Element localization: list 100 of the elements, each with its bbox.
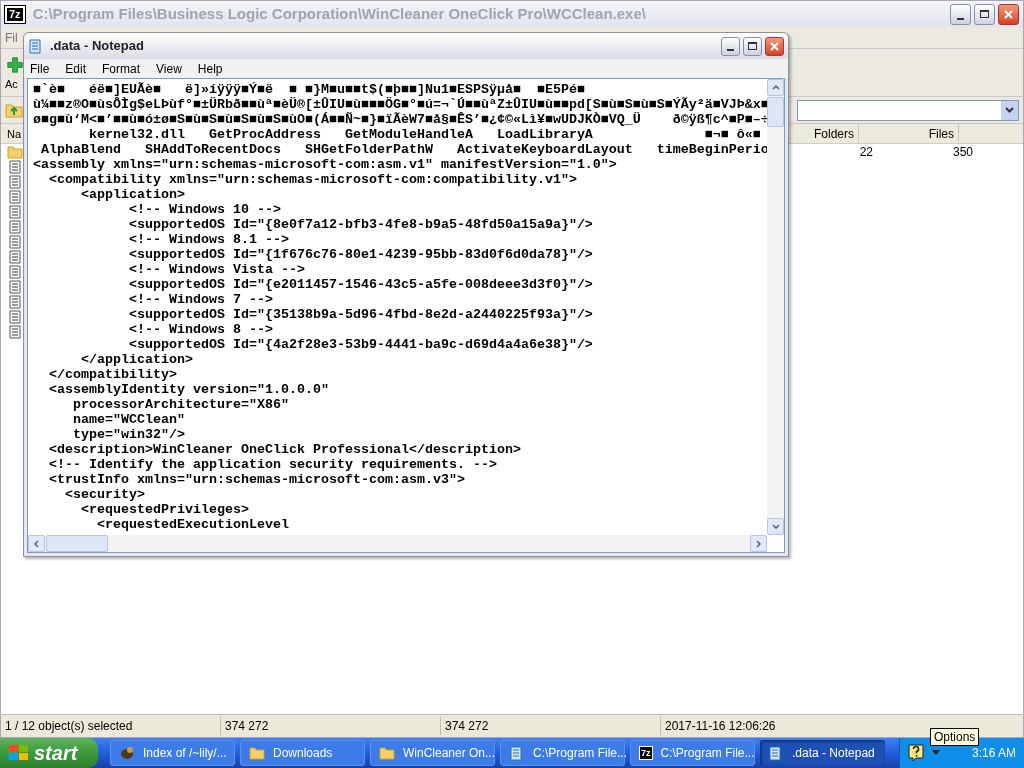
notepad-icon	[768, 745, 784, 761]
help-icon[interactable]	[908, 744, 924, 762]
file-icon	[9, 324, 21, 339]
menu-item[interactable]: Edit	[63, 59, 89, 78]
text-line: type="win32"/>	[72, 427, 185, 442]
start-button[interactable]: start	[0, 738, 98, 768]
text-line: <supportedOS Id="{35138b9a-5d96-4fbd-8e2d-a2440225f93a}"/>	[127, 307, 593, 322]
archive-icon: 7z	[639, 746, 653, 760]
file-icon	[9, 294, 21, 309]
text-line: </application>	[80, 352, 193, 367]
creature-icon	[119, 745, 135, 761]
menu-item[interactable]: Fil	[5, 28, 18, 47]
vertical-scrollbar[interactable]	[767, 79, 784, 535]
column-header[interactable]: Files	[859, 124, 959, 143]
status-text: 374 272	[441, 717, 661, 735]
folder-icon	[249, 746, 265, 760]
text-line: <!-- Windows 8.1 -->	[127, 232, 289, 247]
text-line: <assembly xmlns="urn:schemas-microsoft-com:asm.v1" manifestVersion="1.0">	[33, 157, 617, 172]
minimize-button[interactable]	[950, 3, 971, 25]
text-line: <requestedPrivileges>	[80, 502, 249, 517]
plus-icon	[7, 57, 23, 73]
windows-logo-icon	[8, 743, 30, 763]
file-icon	[9, 234, 21, 249]
close-icon	[1004, 9, 1013, 19]
address-field[interactable]	[797, 99, 1019, 121]
close-button[interactable]	[765, 36, 784, 56]
taskbar-button[interactable]: 7z C:\Program File...	[630, 740, 755, 766]
file-icon	[9, 174, 21, 189]
arrow-right-icon	[756, 539, 761, 548]
file-icon	[9, 159, 21, 174]
text-line: <assemblyIdentity version="1.0.0.0"	[48, 382, 329, 397]
text-line: <supportedOS Id="{4a2f28e3-53b9-4441-ba9c-d69d4a4a6e38}"/>	[127, 337, 593, 352]
notepad-icon	[28, 38, 44, 54]
menu-item[interactable]: Help	[195, 59, 225, 78]
file-icon	[9, 189, 21, 204]
text-line: <description>WinCleaner OneClick Professional</description>	[48, 442, 521, 457]
taskbar-button[interactable]: WinCleaner On...	[370, 740, 495, 766]
minimize-icon	[727, 48, 734, 51]
column-header[interactable]: Na	[1, 124, 22, 143]
text-line: <application>	[80, 187, 185, 202]
dropdown-button[interactable]	[1001, 100, 1018, 120]
window-title: .data - Notepad	[50, 37, 144, 56]
file-icon	[9, 219, 21, 234]
status-text: 2017-11-16 12:06:26	[664, 718, 776, 735]
minimize-button[interactable]	[721, 36, 740, 56]
maximize-icon	[980, 10, 989, 18]
maximize-button[interactable]	[974, 3, 995, 25]
window-title: C:\Program Files\Business Logic Corporation\WinCleaner OneClick Pro\WCClean.exe\	[32, 3, 646, 24]
arrow-left-icon	[34, 539, 39, 548]
text-line: name="WCClean"	[72, 412, 185, 427]
text-line: <!-- Windows Vista -->	[127, 262, 305, 277]
column-header[interactable]: Folders	[791, 124, 859, 143]
text-line: <!-- Identify the application security requirements. -->	[48, 457, 497, 472]
text-line: <trustInfo xmlns="urn:schemas-microsoft-com:asm.v3">	[48, 472, 465, 487]
horizontal-scrollbar[interactable]	[28, 535, 767, 552]
caret-icon[interactable]	[932, 750, 940, 756]
scroll-thumb[interactable]	[46, 535, 108, 552]
close-icon	[770, 41, 779, 51]
taskbar-button[interactable]: C:\Program File...	[500, 740, 625, 766]
text-line: kernel32.dll GetProcAddress GetModuleHandleA LoadLibraryA ■¬■ ô«■	[88, 127, 761, 142]
clock: 3:16 AM	[971, 745, 1016, 762]
minimize-icon	[957, 17, 964, 20]
text-line: <compatibility xmlns="urn:schemas-microsoft-com:compatibility.v1">	[48, 172, 577, 187]
table-cell-text: 350	[951, 143, 973, 161]
text-line: <security>	[64, 487, 145, 502]
scroll-thumb[interactable]	[767, 97, 784, 127]
arrow-up-icon	[771, 85, 780, 90]
add-button[interactable]: Ac	[5, 57, 23, 91]
folder-icon	[379, 746, 395, 760]
status-text: 374 272	[221, 717, 441, 735]
status-text: 1 / 12 object(s) selected	[1, 717, 221, 735]
file-icon	[9, 264, 21, 279]
text-line: <!-- Windows 7 -->	[127, 292, 273, 307]
table-cell-text: 22	[858, 143, 873, 161]
close-button[interactable]	[998, 3, 1019, 25]
file-icon	[9, 279, 21, 294]
taskbar-button[interactable]: .data - Notepad	[760, 740, 885, 766]
notepad-icon	[509, 745, 525, 761]
text-line: </compatibility>	[48, 367, 177, 382]
maximize-icon	[748, 42, 757, 50]
tooltip: Options	[930, 728, 980, 746]
text-line: <!-- Windows 10 -->	[127, 202, 281, 217]
chevron-down-icon	[1005, 107, 1014, 113]
archive-icon: 7z	[5, 5, 25, 23]
menu-item[interactable]: Format	[100, 59, 143, 78]
maximize-button[interactable]	[743, 36, 762, 56]
up-folder-icon[interactable]	[5, 101, 23, 119]
menu-item[interactable]: File	[28, 59, 52, 78]
arrow-down-icon	[771, 524, 780, 529]
text-line: <requestedExecutionLevel	[96, 517, 289, 532]
file-icon	[9, 204, 21, 219]
menu-item[interactable]: View	[154, 59, 184, 78]
text-line: <supportedOS Id="{8e0f7a12-bfb3-4fe8-b9a5-48fd50a15a9a}"/>	[127, 217, 593, 232]
taskbar-button[interactable]: Index of /~lily/...	[110, 740, 235, 766]
text-line: processorArchitecture="X86"	[72, 397, 289, 412]
taskbar-button[interactable]: Downloads	[240, 740, 365, 766]
text-line: <!-- Windows 8 -->	[127, 322, 273, 337]
file-icon	[9, 309, 21, 324]
text-line: <supportedOS Id="{e2011457-1546-43c5-a5fe-008deee3d3f0}"/>	[127, 277, 593, 292]
file-icon	[9, 249, 21, 264]
